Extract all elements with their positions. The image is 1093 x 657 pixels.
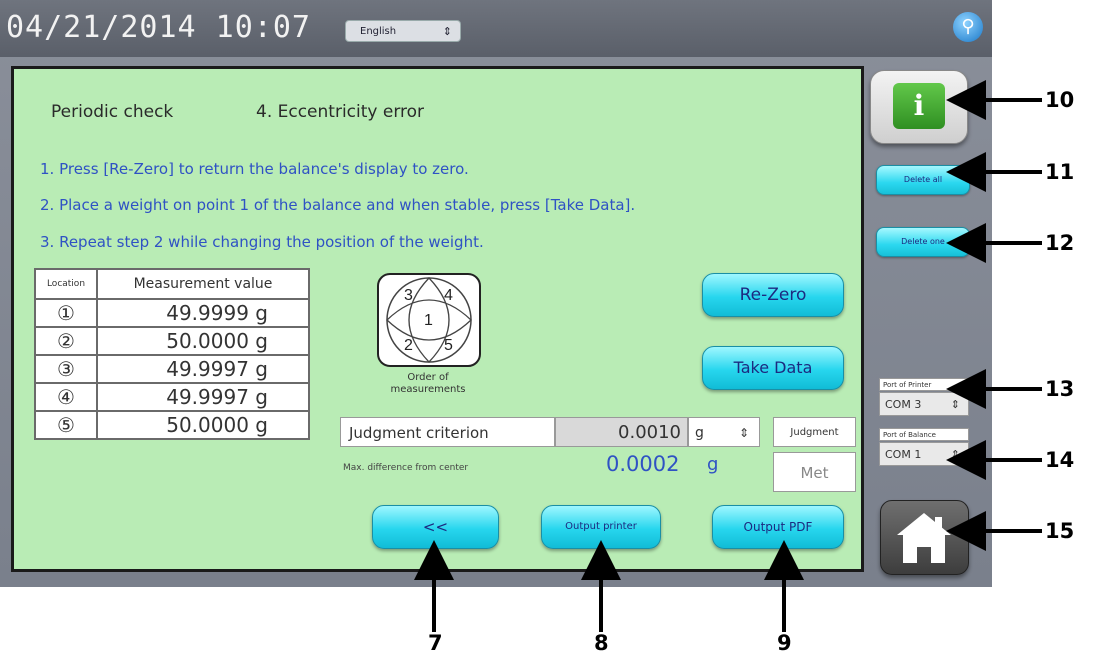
callout-label: 7 [428, 631, 443, 655]
annotation-layer [414, 80, 1042, 632]
callout-label: 11 [1045, 160, 1075, 184]
callout-label: 14 [1045, 448, 1075, 472]
callout-label: 8 [594, 631, 609, 655]
callout-label: 9 [777, 631, 792, 655]
callout-label: 15 [1045, 519, 1075, 543]
callout-label: 13 [1045, 377, 1075, 401]
callout-label: 12 [1045, 231, 1075, 255]
callout-label: 10 [1045, 88, 1075, 112]
